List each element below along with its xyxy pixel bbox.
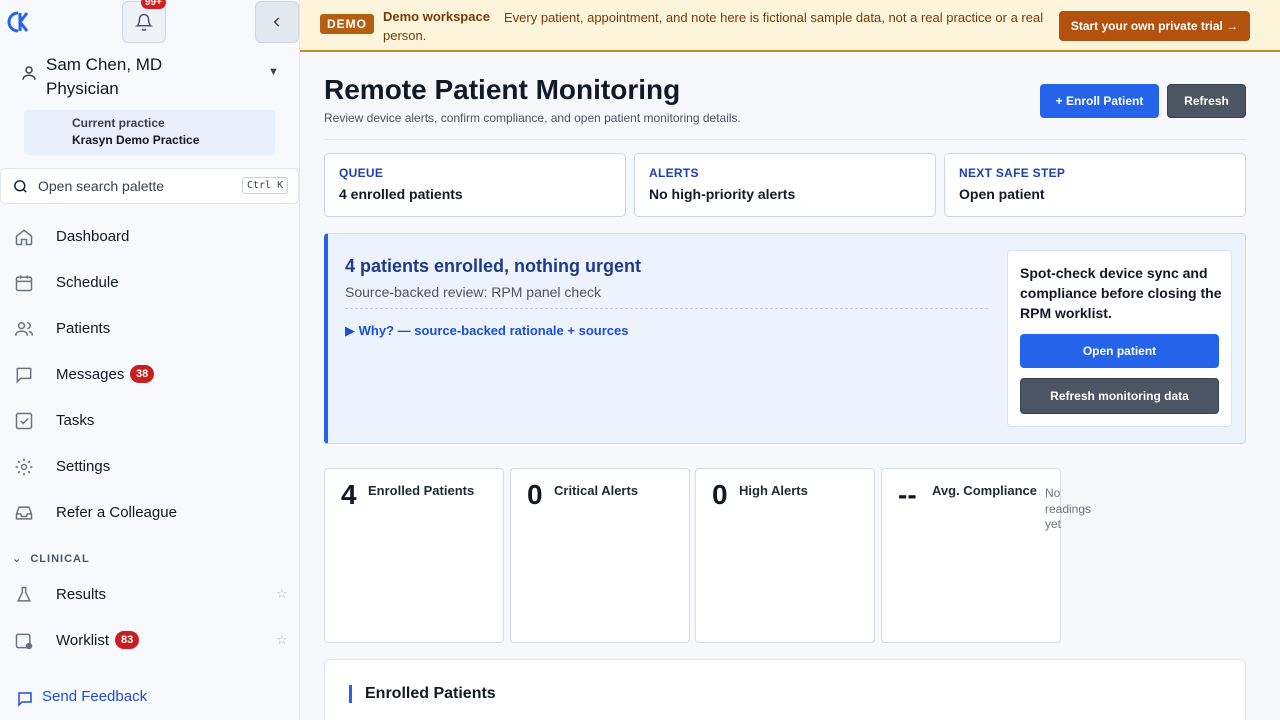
- user-name: Sam Chen, MD Physician: [46, 53, 162, 101]
- app-logo[interactable]: [6, 10, 30, 34]
- search-icon: [14, 180, 27, 193]
- practice-name: Krasyn Demo Practice: [72, 133, 200, 147]
- refresh-button[interactable]: Refresh: [1167, 84, 1246, 118]
- chevron-left-icon: [273, 17, 280, 27]
- current-practice: Current practice Krasyn Demo Practice: [24, 110, 275, 155]
- stat-label: High Alerts: [739, 483, 808, 498]
- calendar-icon: [15, 275, 33, 292]
- stat-value: 4: [341, 479, 357, 510]
- sidebar-item-results[interactable]: Results ☆: [0, 575, 299, 615]
- sidebar: 99+ Sam Chen, MD Physician ▼ Current pra…: [0, 0, 300, 720]
- stat-avg-compliance: -- Avg. Compliance No readings yet: [881, 468, 1091, 643]
- caret-down-icon: ▼: [268, 66, 279, 78]
- sidebar-item-patients[interactable]: Patients: [0, 309, 299, 349]
- status-value: No high-priority alerts: [649, 186, 796, 202]
- user-icon: [22, 66, 36, 80]
- why-rationale-toggle[interactable]: ▶ Why? — source-backed rationale + sourc…: [345, 323, 628, 339]
- stat-label: Critical Alerts: [554, 483, 639, 498]
- focus-panel: 4 patients enrolled, nothing urgent Sour…: [324, 233, 1246, 444]
- open-patient-button[interactable]: Open patient: [1020, 334, 1219, 368]
- sidebar-item-worklist[interactable]: Worklist 83 ☆: [0, 621, 299, 661]
- home-icon: [15, 229, 33, 246]
- section-clinical-toggle[interactable]: ⌄ CLINICAL: [12, 552, 90, 565]
- sidebar-item-refer[interactable]: Refer a Colleague: [0, 493, 299, 533]
- search-palette-button[interactable]: Open search palette Ctrl K: [0, 168, 299, 204]
- demo-tag: DEMO: [320, 14, 374, 34]
- stat-value: 0: [712, 479, 728, 510]
- stat-critical-alerts: 0 Critical Alerts: [510, 468, 690, 643]
- focus-divider: [345, 308, 988, 309]
- stat-enrolled-patients: 4 Enrolled Patients: [324, 468, 504, 643]
- messages-count-badge: 38: [130, 365, 155, 383]
- checkbox-icon: [15, 412, 33, 430]
- page-subtitle: Review device alerts, confirm compliance…: [324, 111, 741, 125]
- stat-value: 0: [527, 479, 543, 510]
- sidebar-item-messages[interactable]: Messages 38: [0, 355, 299, 395]
- sidebar-item-label: Tasks: [56, 412, 95, 429]
- inbox-icon: [15, 506, 33, 520]
- notification-badge: 99+: [141, 0, 166, 9]
- stat-value: --: [898, 479, 917, 510]
- next-step-card: NEXT SAFE STEP Open patient: [944, 153, 1246, 217]
- queue-card: QUEUE 4 enrolled patients: [324, 153, 626, 217]
- focus-title: 4 patients enrolled, nothing urgent: [345, 256, 642, 276]
- start-trial-button[interactable]: Start your own private trial →: [1059, 11, 1250, 41]
- sidebar-item-label: Refer a Colleague: [56, 504, 177, 521]
- sidebar-item-dashboard[interactable]: Dashboard: [0, 217, 299, 257]
- status-value: 4 enrolled patients: [339, 186, 463, 202]
- section-title: Enrolled Patients: [365, 685, 496, 702]
- users-icon: [14, 322, 34, 336]
- sidebar-item-label: Dashboard: [56, 228, 130, 245]
- practice-label: Current practice: [72, 116, 165, 130]
- refresh-monitoring-button[interactable]: Refresh monitoring data: [1020, 378, 1219, 414]
- status-value: Open patient: [959, 186, 1045, 202]
- notifications-button[interactable]: 99+: [122, 0, 166, 43]
- stat-label: Enrolled Patients: [368, 483, 475, 498]
- enroll-patient-button[interactable]: + Enroll Patient: [1040, 84, 1159, 118]
- star-icon[interactable]: ☆: [276, 632, 288, 648]
- chevron-down-icon: ⌄: [12, 553, 23, 565]
- star-icon[interactable]: ☆: [276, 586, 288, 602]
- search-placeholder: Open search palette: [38, 178, 165, 194]
- message-icon: [16, 367, 32, 384]
- user-menu[interactable]: Sam Chen, MD Physician ▼: [18, 50, 288, 100]
- flask-icon: [16, 586, 32, 602]
- stat-note: No readings yet: [1045, 486, 1092, 531]
- next-step-box: Spot-check device sync and compliance be…: [1007, 250, 1232, 427]
- sidebar-item-label: Schedule: [56, 274, 119, 291]
- sidebar-item-schedule[interactable]: Schedule: [0, 263, 299, 303]
- search-shortcut: Ctrl K: [242, 177, 289, 194]
- worklist-count-badge: 83: [115, 631, 140, 649]
- next-step-text: Spot-check device sync and compliance be…: [1020, 265, 1222, 321]
- sidebar-item-label: Settings: [56, 458, 111, 475]
- section-accent-bar: [349, 685, 352, 703]
- sidebar-item-label: Results: [56, 586, 107, 603]
- sidebar-item-label: Patients: [56, 320, 111, 337]
- focus-subtitle: Source-backed review: RPM panel check: [345, 284, 602, 300]
- status-kicker: QUEUE: [339, 166, 384, 180]
- sidebar-item-settings[interactable]: Settings: [0, 447, 299, 487]
- enrolled-patients-section: Enrolled Patients: [324, 659, 1246, 720]
- sidebar-item-tasks[interactable]: Tasks: [0, 401, 299, 441]
- worklist-icon: [15, 633, 33, 650]
- gear-icon: [15, 458, 33, 476]
- alerts-card: ALERTS No high-priority alerts: [634, 153, 936, 217]
- status-kicker: ALERTS: [649, 166, 699, 180]
- sidebar-item-label: Worklist: [56, 632, 110, 649]
- user-display-name: Sam Chen, MD: [46, 55, 163, 74]
- section-label: CLINICAL: [30, 553, 90, 565]
- sidebar-item-label: Messages: [56, 366, 125, 383]
- banner-text: Every patient, appointment, and note her…: [383, 10, 1044, 43]
- feedback-label: Send Feedback: [42, 688, 148, 705]
- stat-high-alerts: 0 High Alerts: [695, 468, 875, 643]
- bell-icon: [135, 13, 153, 31]
- stat-label: Avg. Compliance: [932, 483, 1037, 498]
- user-role: Physician: [46, 79, 119, 98]
- demo-banner: DEMO Demo workspace Every patient, appoi…: [300, 0, 1280, 52]
- status-kicker: NEXT SAFE STEP: [959, 166, 1066, 180]
- header-divider: [324, 139, 1246, 140]
- collapse-sidebar-button[interactable]: [255, 1, 299, 43]
- feedback-icon: [18, 692, 32, 707]
- page-title: Remote Patient Monitoring: [324, 74, 681, 105]
